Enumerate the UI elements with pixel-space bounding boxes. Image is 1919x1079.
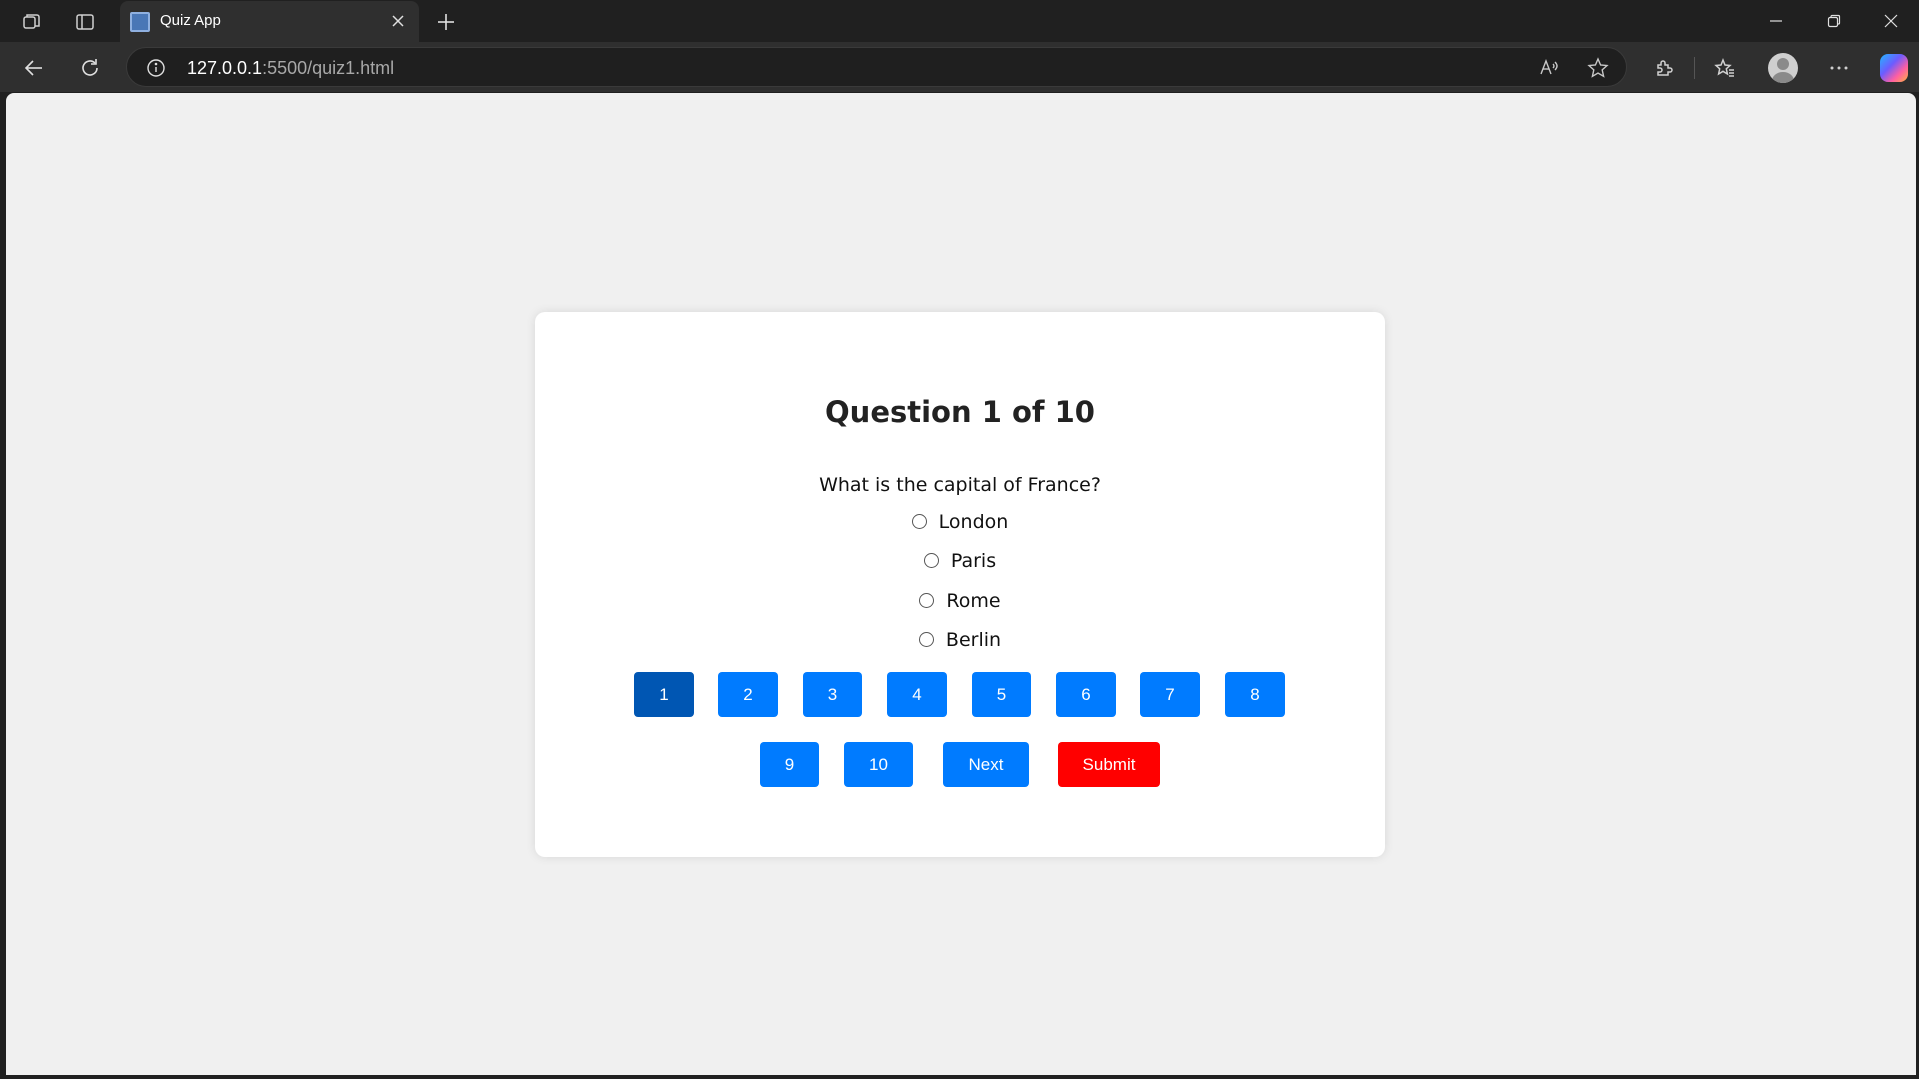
question-3-button[interactable]: 3	[803, 672, 862, 717]
tab-close-icon[interactable]	[387, 10, 409, 32]
page-favicon-icon	[130, 12, 150, 32]
submit-button[interactable]: Submit	[1058, 742, 1160, 787]
tab-title: Quiz App	[160, 12, 221, 29]
vertical-tabs-icon[interactable]	[71, 8, 99, 36]
profile-avatar[interactable]	[1768, 53, 1798, 83]
option-london[interactable]: London	[535, 507, 1385, 537]
question-7-button[interactable]: 7	[1140, 672, 1200, 717]
radio-button[interactable]	[911, 513, 927, 529]
question-4-button[interactable]: 4	[887, 672, 947, 717]
copilot-icon[interactable]	[1880, 54, 1908, 82]
address-text[interactable]: 127.0.0.1:5500/quiz1.html	[187, 58, 394, 79]
address-path: :5500/quiz1.html	[262, 58, 395, 78]
option-label: London	[938, 511, 1009, 533]
option-label: Rome	[946, 590, 1001, 612]
radio-button[interactable]	[919, 592, 935, 608]
question-1-button[interactable]: 1	[634, 672, 694, 717]
tab-quiz-app[interactable]: Quiz App	[120, 1, 419, 42]
option-label: Paris	[950, 550, 997, 572]
read-aloud-icon[interactable]	[1536, 55, 1562, 81]
question-9-button[interactable]: 9	[760, 742, 819, 787]
minimize-icon[interactable]	[1756, 6, 1796, 36]
address-bar[interactable]: 127.0.0.1:5500/quiz1.html	[126, 47, 1627, 87]
favorites-icon[interactable]	[1708, 51, 1742, 85]
question-5-button[interactable]: 5	[972, 672, 1031, 717]
next-button[interactable]: Next	[943, 742, 1029, 787]
extensions-icon[interactable]	[1647, 51, 1681, 85]
radio-button[interactable]	[923, 552, 939, 568]
option-berlin[interactable]: Berlin	[535, 625, 1385, 655]
page-viewport: Question 1 of 10 What is the capital of …	[6, 93, 1916, 1075]
question-10-button[interactable]: 10	[844, 742, 913, 787]
option-label: Berlin	[945, 629, 1002, 651]
address-host: 127.0.0.1	[187, 58, 263, 78]
question-text: What is the capital of France?	[819, 474, 1101, 496]
browser-toolbar: 127.0.0.1:5500/quiz1.html	[0, 42, 1919, 92]
option-paris[interactable]: Paris	[535, 546, 1385, 576]
back-icon[interactable]	[17, 51, 51, 85]
more-options-icon[interactable]	[1822, 51, 1856, 85]
workspaces-icon[interactable]	[18, 8, 46, 36]
radio-button[interactable]	[918, 631, 934, 647]
refresh-icon[interactable]	[73, 51, 107, 85]
close-window-icon[interactable]	[1871, 6, 1911, 36]
question-6-button[interactable]: 6	[1056, 672, 1116, 717]
new-tab-button[interactable]	[431, 7, 461, 37]
question-2-button[interactable]: 2	[718, 672, 778, 717]
restore-icon[interactable]	[1814, 6, 1854, 36]
option-rome[interactable]: Rome	[535, 586, 1385, 616]
site-info-icon[interactable]	[145, 57, 167, 79]
question-8-button[interactable]: 8	[1225, 672, 1285, 717]
toolbar-divider	[1694, 57, 1695, 79]
question-heading: Question 1 of 10	[825, 395, 1095, 429]
browser-titlebar: Quiz App	[0, 0, 1919, 42]
favorite-star-icon[interactable]	[1585, 55, 1611, 81]
quiz-card: Question 1 of 10 What is the capital of …	[535, 312, 1385, 857]
